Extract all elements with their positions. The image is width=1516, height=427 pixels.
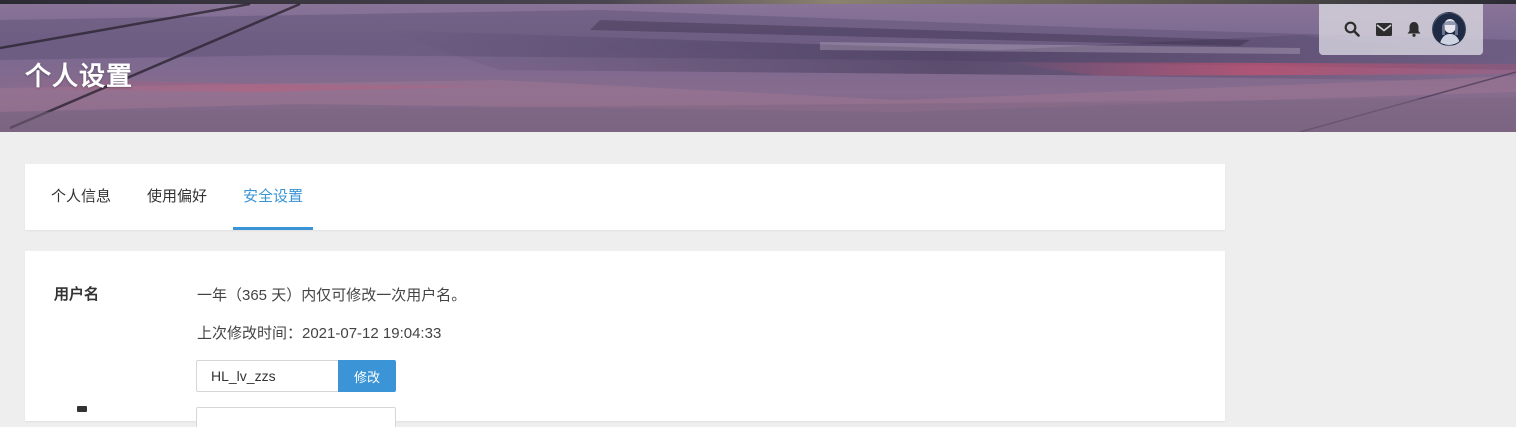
next-field-label-partial [77, 406, 87, 412]
security-settings-panel: 用户名 一年（365 天）内仅可修改一次用户名。 上次修改时间：2021-07-… [25, 251, 1225, 427]
tab-personal-info[interactable]: 个人信息 [49, 164, 113, 230]
next-field-input-partial[interactable] [196, 407, 396, 427]
modify-username-button[interactable]: 修改 [338, 360, 396, 392]
mail-icon[interactable] [1375, 20, 1393, 38]
tab-security[interactable]: 安全设置 [241, 164, 305, 230]
page-title: 个人设置 [25, 61, 134, 91]
username-rule-text: 一年（365 天）内仅可修改一次用户名。 [197, 287, 467, 304]
active-tab-indicator [233, 227, 313, 230]
last-modified-text: 上次修改时间：2021-07-12 19:04:33 [197, 325, 442, 342]
settings-tabs: 个人信息 使用偏好 安全设置 [25, 164, 1225, 230]
header-banner: 个人设置 [0, 0, 1516, 132]
avatar-image [1433, 13, 1465, 45]
username-input[interactable] [196, 360, 339, 392]
banner-artwork [0, 2, 1516, 132]
avatar[interactable] [1432, 12, 1466, 46]
top-toolbar [1319, 4, 1483, 55]
bell-icon[interactable] [1405, 20, 1423, 38]
username-label: 用户名 [54, 286, 100, 303]
tab-preferences[interactable]: 使用偏好 [145, 164, 209, 230]
search-icon[interactable] [1343, 20, 1361, 38]
